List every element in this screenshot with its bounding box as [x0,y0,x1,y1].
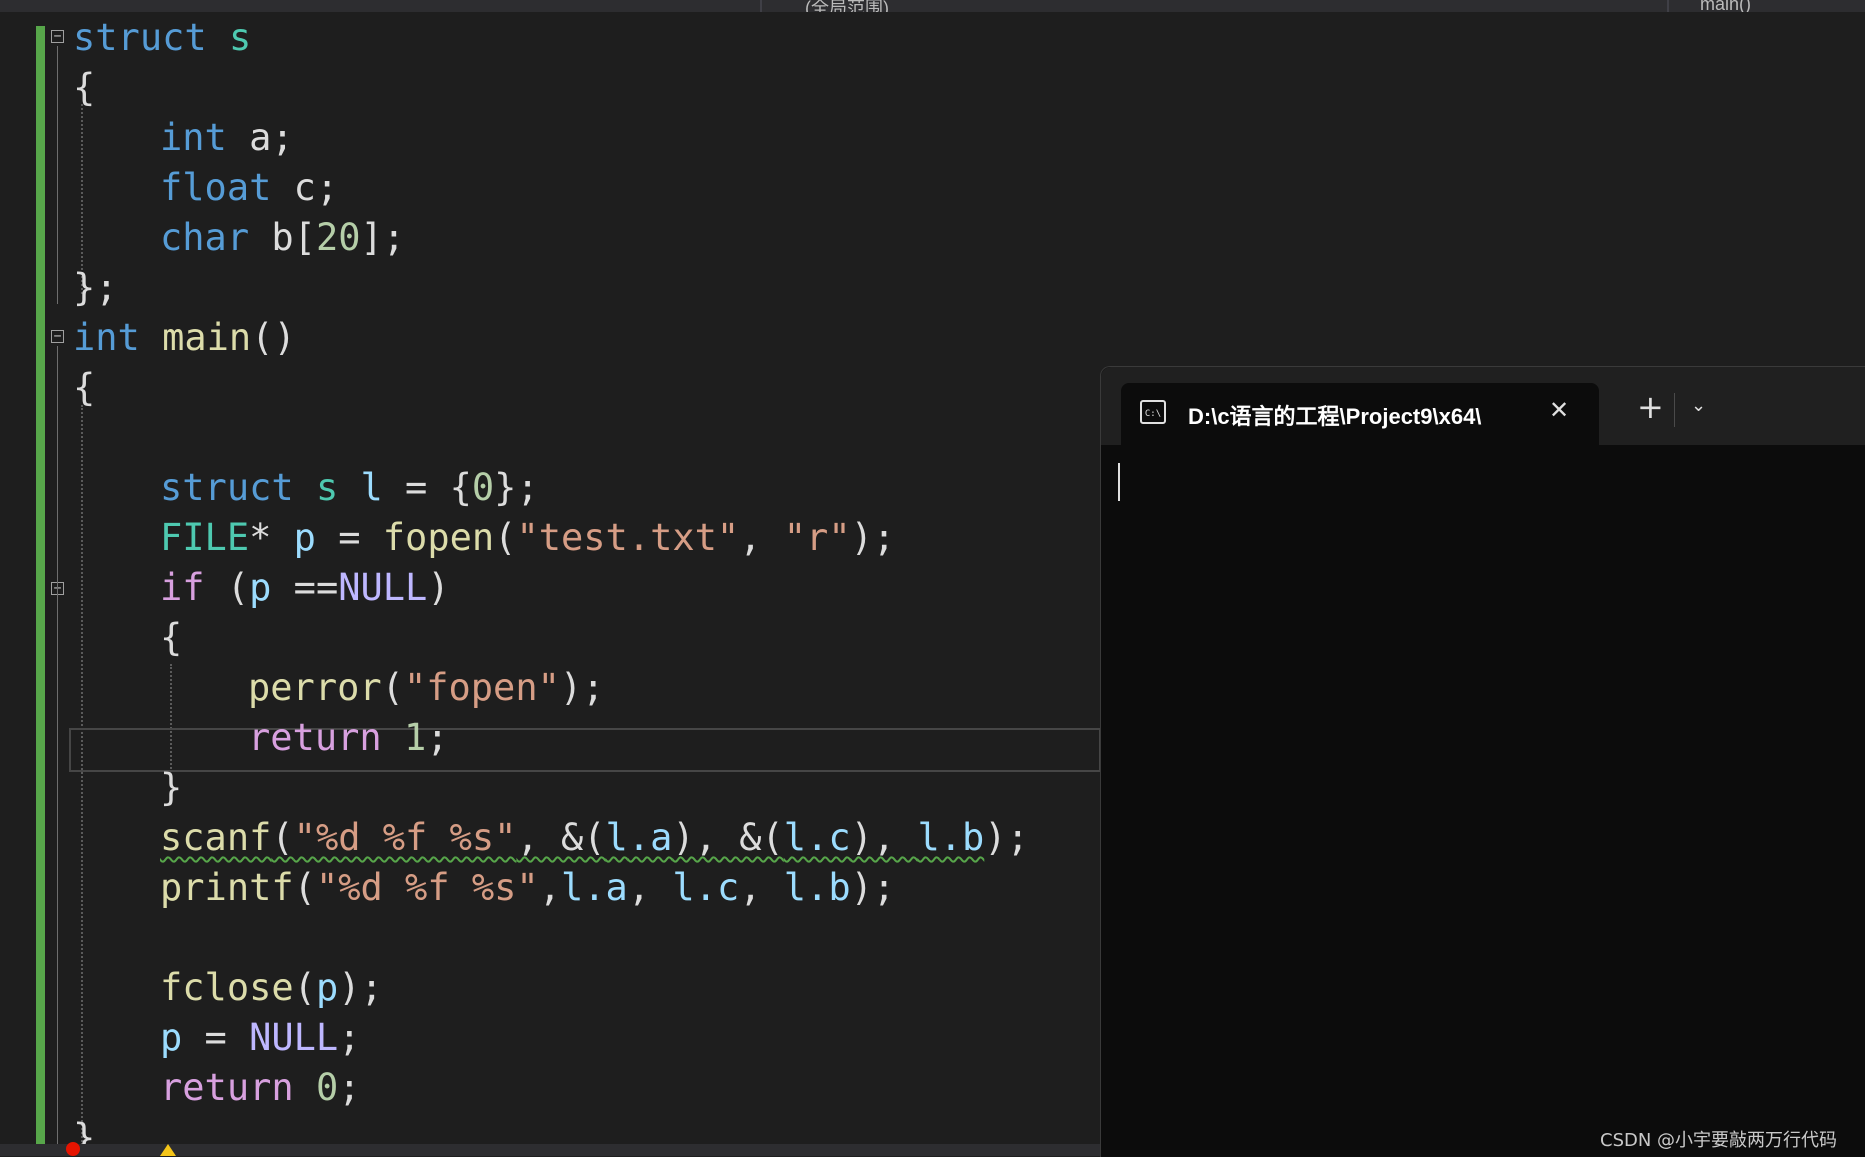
tab-dropdown-icon[interactable]: ⌄ [1691,395,1706,416]
code-line-20: fclose(p); [160,966,383,1009]
navbar-separator [760,0,762,12]
warning-squiggle[interactable]: scanf("%d %f %s", &(l.a), &(l.c), l.b [160,816,984,859]
code-line-8: { [73,366,96,409]
collapse-struct-icon[interactable]: − [51,30,64,43]
console-icon: C:\ [1140,400,1166,424]
terminal-tab-title: D:\c语言的工程\Project9\x64\ [1188,404,1482,429]
code-line-10: struct s l = {0}; [160,466,539,509]
fold-region-line [57,346,58,1156]
code-line-18: printf("%d %f %s",l.a, l.c, l.b); [160,866,896,909]
new-tab-button[interactable]: + [1637,390,1664,424]
close-tab-icon[interactable]: ✕ [1549,396,1569,424]
code-line-23: } [73,1116,96,1144]
indent-guide [81,405,83,1145]
current-line-highlight [69,728,1101,772]
status-bar [0,1142,1100,1156]
code-line-4: float c; [160,166,339,209]
code-line-16: } [160,766,183,809]
code-line-14: perror("fopen"); [248,666,605,709]
code-line-11: FILE* p = fopen("test.txt", "r"); [160,516,896,559]
terminal-window[interactable]: C:\ D:\c语言的工程\Project9\x64\ ✕ + ⌄ CSDN @… [1100,366,1865,1157]
navbar-separator [1667,0,1669,12]
code-line-22: return 0; [160,1066,361,1109]
code-line-12: if (p ==NULL) [160,566,450,609]
code-line-7: int main() [73,316,296,359]
code-line-1: struct s [73,16,252,59]
code-line-3: int a; [160,116,294,159]
terminal-title-bar: C:\ D:\c语言的工程\Project9\x64\ ✕ + ⌄ [1101,367,1865,445]
code-line-2: { [73,66,96,109]
collapse-main-icon[interactable]: − [51,330,64,343]
change-tracking-bar [36,26,45,1156]
error-icon[interactable] [66,1142,80,1156]
code-line-21: p = NULL; [160,1016,361,1059]
titlebar-divider [1674,393,1675,427]
code-line-17: scanf("%d %f %s", &(l.a), &(l.c), l.b); [160,816,1029,859]
watermark-text: CSDN @小宇要敲两万行代码 [1600,1130,1838,1151]
warning-icon[interactable] [160,1144,176,1156]
code-line-5: char b[20]; [160,216,406,259]
fold-region-line [57,46,58,304]
terminal-cursor [1118,463,1120,501]
terminal-tab[interactable]: C:\ D:\c语言的工程\Project9\x64\ ✕ [1121,383,1599,445]
code-line-6: }; [73,266,118,309]
code-line-13: { [160,616,183,659]
code-line-15: return 1; [248,716,449,759]
